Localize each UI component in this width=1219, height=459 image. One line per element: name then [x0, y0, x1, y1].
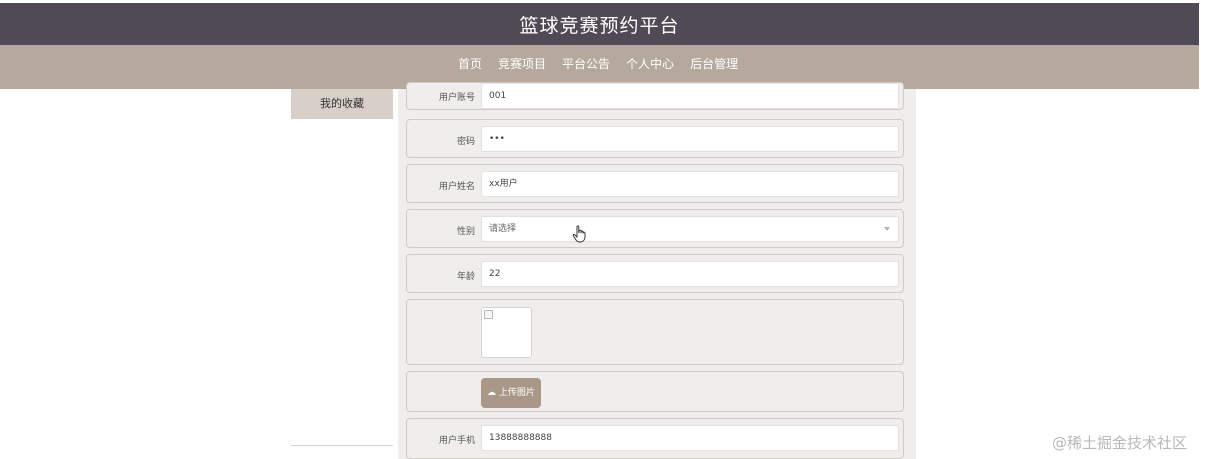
- nav-competitions-label: 竞赛项目: [498, 57, 547, 71]
- password-input[interactable]: •••: [481, 126, 899, 152]
- name-input[interactable]: xx用户: [481, 171, 899, 197]
- age-row: 年龄 22: [406, 254, 904, 293]
- nav-home-label: 首页: [458, 57, 483, 71]
- password-label: 密码: [456, 137, 475, 147]
- avatar-preview: [481, 307, 532, 358]
- upload-row: ☁ 上传图片: [406, 371, 904, 412]
- gender-row: 性别 请选择: [406, 209, 904, 248]
- age-label: 年龄: [456, 272, 475, 282]
- phone-row: 用户手机 13888888888: [406, 418, 904, 459]
- nav-announcements-label: 平台公告: [562, 57, 611, 71]
- phone-input[interactable]: 13888888888: [481, 425, 899, 451]
- nav-personal-center-label: 个人中心: [626, 57, 675, 71]
- sidebar: 我的收藏: [291, 89, 393, 445]
- age-input[interactable]: 22: [481, 261, 899, 287]
- broken-image-icon: [484, 310, 493, 319]
- app-header: 篮球竞赛预约平台: [0, 3, 1199, 45]
- watermark: @稀土掘金技术社区: [1052, 434, 1188, 452]
- sidebar-item-favorites[interactable]: 我的收藏: [291, 89, 393, 119]
- cloud-upload-icon: ☁: [487, 388, 497, 398]
- sidebar-divider: [291, 445, 393, 446]
- name-row: 用户姓名 xx用户: [406, 164, 904, 203]
- gender-select-value: 请选择: [489, 224, 517, 234]
- name-label: 用户姓名: [438, 182, 475, 192]
- gender-label: 性别: [456, 227, 475, 237]
- gender-select[interactable]: 请选择: [481, 216, 899, 242]
- hand-cursor-icon: [572, 225, 586, 243]
- password-row: 密码 •••: [406, 119, 904, 158]
- account-input[interactable]: 001: [481, 83, 899, 109]
- upload-image-button[interactable]: ☁ 上传图片: [481, 378, 541, 408]
- account-row: 用户账号 001: [406, 82, 904, 110]
- upload-button-label: 上传图片: [498, 388, 535, 398]
- phone-label: 用户手机: [438, 436, 475, 446]
- avatar-row: [406, 299, 904, 365]
- chevron-down-icon: [884, 227, 890, 231]
- app-title: 篮球竞赛预约平台: [519, 14, 680, 37]
- account-label: 用户账号: [438, 93, 475, 103]
- nav-admin-label: 后台管理: [690, 57, 739, 71]
